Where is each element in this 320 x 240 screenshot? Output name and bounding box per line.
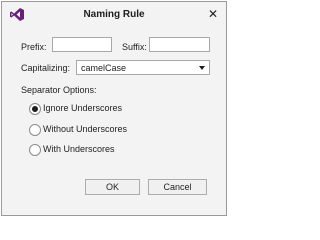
ok-button[interactable]: OK bbox=[85, 179, 140, 195]
radio-button[interactable] bbox=[29, 124, 41, 136]
radio-label: With Underscores bbox=[43, 144, 115, 154]
radio-button[interactable] bbox=[29, 144, 41, 156]
title-bar: Naming Rule ✕ bbox=[2, 2, 226, 27]
capitalizing-value: camelCase bbox=[81, 63, 127, 73]
dialog-title: Naming Rule bbox=[83, 9, 145, 20]
cancel-button[interactable]: Cancel bbox=[148, 179, 207, 195]
radio-selected-dot bbox=[32, 106, 38, 112]
radio-label: Without Underscores bbox=[43, 124, 128, 134]
chevron-down-icon bbox=[199, 66, 205, 70]
capitalizing-label: Capitalizing: bbox=[21, 63, 71, 73]
capitalizing-select[interactable]: camelCase bbox=[76, 60, 210, 75]
close-icon[interactable]: ✕ bbox=[207, 7, 219, 21]
radio-label: Ignore Underscores bbox=[43, 103, 123, 113]
suffix-input[interactable] bbox=[149, 37, 210, 52]
prefix-input[interactable] bbox=[52, 37, 112, 52]
suffix-label: Suffix: bbox=[122, 42, 147, 52]
naming-rule-dialog: Naming Rule ✕ Prefix: Suffix: Capitalizi… bbox=[1, 1, 227, 216]
separator-options-label: Separator Options: bbox=[21, 85, 97, 95]
radio-button[interactable] bbox=[29, 103, 41, 115]
prefix-label: Prefix: bbox=[21, 42, 47, 52]
